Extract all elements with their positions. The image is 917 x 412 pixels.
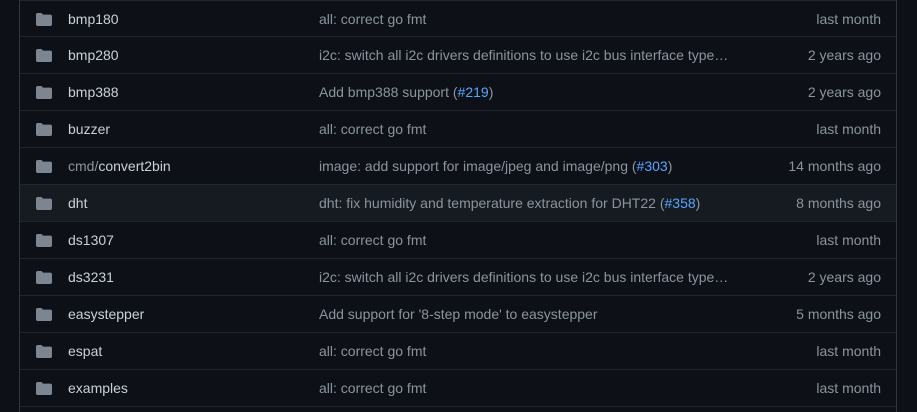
commit-message-text: all: correct go fmt (319, 232, 427, 248)
file-name[interactable]: cmd/convert2bin (68, 158, 171, 174)
file-name[interactable]: ds3231 (68, 269, 114, 285)
commit-age: last month (816, 343, 881, 359)
commit-message[interactable]: all: correct go fmt (319, 232, 739, 248)
folder-icon (36, 234, 52, 247)
commit-message-text: all: correct go fmt (319, 11, 427, 27)
commit-pr-close: ) (667, 158, 673, 174)
commit-message-text: all: correct go fmt (319, 343, 427, 359)
file-list: bmp180 all: correct go fmt last month bm… (19, 0, 897, 412)
file-row[interactable]: buzzer all: correct go fmt last month (20, 111, 896, 148)
file-name-text: dht (68, 195, 88, 211)
file-row[interactable]: bmp280 i2c: switch all i2c drivers defin… (20, 37, 896, 74)
file-name[interactable]: ds1307 (68, 232, 114, 248)
file-name[interactable]: easystepper (68, 306, 144, 322)
file-name[interactable]: bmp180 (68, 11, 119, 27)
file-row[interactable]: bmp180 all: correct go fmt last month (20, 0, 896, 37)
folder-icon (36, 49, 52, 62)
commit-age: last month (816, 380, 881, 396)
folder-icon (36, 345, 52, 358)
folder-icon (36, 308, 52, 321)
commit-age: last month (816, 11, 881, 27)
pr-link[interactable]: #303 (637, 158, 668, 174)
commit-pr-open: ( (448, 84, 458, 100)
commit-age: 8 months ago (796, 195, 881, 211)
file-row[interactable]: ds3231 i2c: switch all i2c drivers defin… (20, 259, 896, 296)
file-name[interactable]: bmp388 (68, 84, 119, 100)
commit-age: 5 months ago (796, 306, 881, 322)
file-name-text: bmp280 (68, 47, 119, 63)
commit-message[interactable]: image: add support for image/jpeg and im… (319, 158, 739, 174)
commit-age: last month (816, 121, 881, 137)
commit-message-text: all: correct go fmt (319, 380, 427, 396)
folder-icon (36, 382, 52, 395)
commit-pr-open: ( (627, 158, 637, 174)
pr-link[interactable]: #219 (458, 84, 489, 100)
file-name[interactable]: buzzer (68, 121, 110, 137)
file-name-text: bmp388 (68, 84, 119, 100)
file-name-text: examples (68, 380, 128, 396)
commit-message[interactable]: i2c: switch all i2c drivers definitions … (319, 47, 739, 63)
file-row[interactable]: ds1307 all: correct go fmt last month (20, 222, 896, 259)
folder-icon (36, 123, 52, 136)
file-row[interactable]: examples all: correct go fmt last month (20, 370, 896, 407)
file-row[interactable]: dht dht: fix humidity and temperature ex… (20, 185, 896, 222)
file-row[interactable]: espat all: correct go fmt last month (20, 333, 896, 370)
commit-age: 14 months ago (788, 158, 881, 174)
commit-message-text: all: correct go fmt (319, 121, 427, 137)
file-name-text: espat (68, 343, 103, 359)
folder-icon (36, 13, 52, 26)
commit-message-text: Add bmp388 support (319, 84, 449, 100)
commit-age: 2 years ago (807, 269, 881, 285)
commit-message[interactable]: Add bmp388 support (#219) (319, 84, 739, 100)
file-name[interactable]: dht (68, 195, 87, 211)
file-name[interactable]: bmp280 (68, 47, 119, 63)
file-name[interactable]: espat (68, 343, 102, 359)
file-name-prefix: cmd/ (68, 158, 99, 174)
commit-age: 2 years ago (807, 47, 881, 63)
commit-message[interactable]: i2c: switch all i2c drivers definitions … (319, 269, 739, 285)
commit-message-text: i2c: switch all i2c drivers definitions … (319, 269, 729, 285)
commit-message[interactable]: all: correct go fmt (319, 121, 739, 137)
folder-icon (36, 271, 52, 284)
commit-pr-close: ) (488, 84, 494, 100)
file-name-text: ds3231 (68, 269, 114, 285)
folder-icon (36, 160, 52, 173)
file-row[interactable]: easystepper Add support for '8-step mode… (20, 296, 896, 333)
pr-link[interactable]: #358 (665, 195, 696, 211)
file-name[interactable]: examples (68, 380, 128, 396)
file-name-text: buzzer (68, 121, 111, 137)
file-name-text: easystepper (68, 306, 145, 322)
folder-icon (36, 86, 52, 99)
commit-pr-close: ) (695, 195, 701, 211)
commit-message-text: i2c: switch all i2c drivers definitions … (319, 47, 729, 63)
file-row[interactable]: cmd/convert2bin image: add support for i… (20, 148, 896, 185)
commit-message[interactable]: all: correct go fmt (319, 343, 739, 359)
commit-message[interactable]: all: correct go fmt (319, 11, 739, 27)
file-name-text: ds1307 (68, 232, 114, 248)
commit-message-text: image: add support for image/jpeg and im… (319, 158, 628, 174)
commit-message-text: dht: fix humidity and temperature extrac… (319, 195, 656, 211)
file-name-text: bmp180 (68, 11, 119, 27)
commit-age: last month (816, 232, 881, 248)
file-name-text: convert2bin (98, 158, 171, 174)
commit-message[interactable]: Add support for '8-step mode' to easyste… (319, 306, 739, 322)
commit-message-text: Add support for '8-step mode' to easyste… (319, 306, 598, 322)
commit-age: 2 years ago (807, 84, 881, 100)
commit-message[interactable]: dht: fix humidity and temperature extrac… (319, 195, 739, 211)
commit-message[interactable]: all: correct go fmt (319, 380, 739, 396)
commit-pr-open: ( (655, 195, 665, 211)
folder-icon (36, 197, 52, 210)
file-row[interactable]: bmp388 Add bmp388 support (#219) 2 years… (20, 74, 896, 111)
